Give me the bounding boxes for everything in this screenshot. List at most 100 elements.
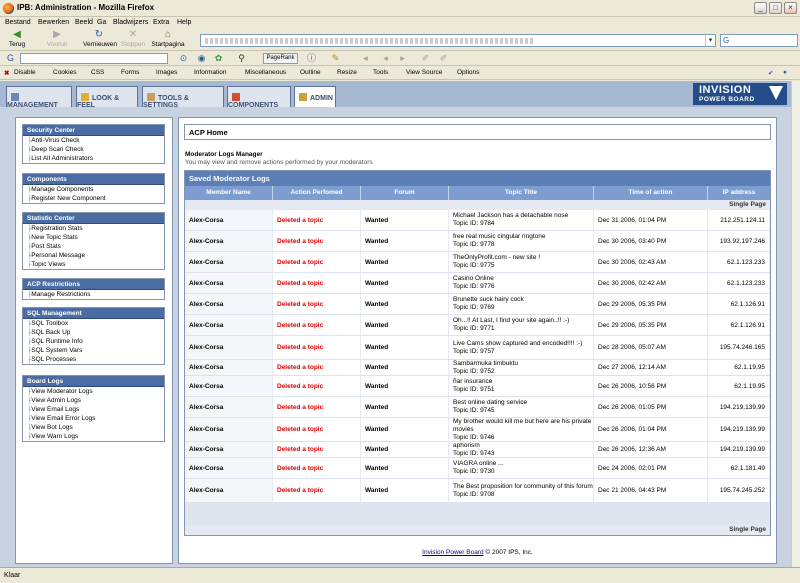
topic-title[interactable]: ñar insurance [453,378,495,386]
forum-cell[interactable]: Wanted [361,231,449,251]
forum-cell[interactable]: Wanted [361,397,449,417]
sidebar-link[interactable]: Register New Component [23,194,164,203]
sidebar-link[interactable]: List All Administrators [23,154,164,163]
webdev-outline[interactable]: Outline [300,69,321,76]
topic-title[interactable]: VIAGRA online ... [453,460,504,468]
puzzle-icon[interactable]: ✿ [213,53,224,64]
webdev-disable[interactable]: Disable [14,69,36,76]
pagerank-button[interactable]: PageRank [263,53,298,64]
sidebar-link[interactable]: View Email Logs [23,405,164,414]
sidebar-link[interactable]: Post Stats [23,242,164,251]
webdev-images[interactable]: Images [156,69,177,76]
google-toolbar-icon[interactable]: G [5,53,16,64]
topic-title[interactable]: Brunette suck hairy cock [453,296,524,304]
tab-admin[interactable]: ADMIN [294,86,336,108]
webdev-css[interactable]: CSS [91,69,104,76]
sidebar-link[interactable]: SQL Runtime Info [23,337,164,346]
maximize-button[interactable]: □ [769,2,782,14]
vertical-scrollbar[interactable] [791,81,800,567]
webdev-miscellaneous[interactable]: Miscellaneous [245,69,286,76]
sidebar-link[interactable]: SQL Back Up [23,328,164,337]
back-button[interactable]: ◀ Terug [6,30,28,50]
tab-tools-settings[interactable]: TOOLS & SETTINGS [142,86,224,109]
menu-bestand[interactable]: Bestand [5,19,31,26]
magnifier-icon[interactable]: ⚲ [236,53,247,64]
member-name-cell[interactable]: Alex-Corsa [185,336,273,359]
forum-cell[interactable]: Wanted [361,273,449,293]
sidebar-link[interactable]: View Email Error Logs [23,414,164,423]
topic-title[interactable]: free real music cingular ringtone [453,233,546,241]
forum-cell[interactable]: Wanted [361,252,449,272]
sidebar-link[interactable]: New Topic Stats [23,233,164,242]
sidebar-link[interactable]: Manage Components [23,185,164,194]
forum-cell[interactable]: Wanted [361,315,449,335]
forum-cell[interactable]: Wanted [361,418,449,441]
menu-bladwijzers[interactable]: Bladwijzers [113,19,148,26]
address-dropdown-icon[interactable]: ▾ [705,35,715,46]
webdev-tools[interactable]: Tools [373,69,388,76]
prev-result-icon[interactable]: ◂ [360,53,371,64]
sidebar-link[interactable]: SQL Toolbox [23,319,164,328]
member-name-cell[interactable]: Alex-Corsa [185,210,273,230]
forum-cell[interactable]: Wanted [361,479,449,502]
webdev-resize[interactable]: Resize [337,69,357,76]
member-name-cell[interactable]: Alex-Corsa [185,294,273,314]
sidebar-link[interactable]: Personal Message [23,251,164,260]
reload-button[interactable]: ↻ Vernieuwen [83,30,117,50]
sidebar-link[interactable]: View Admin Logs [23,396,164,405]
topic-title[interactable]: aphorism [453,442,495,450]
search-input[interactable]: G [720,34,798,47]
forum-cell[interactable]: Wanted [361,442,449,457]
member-name-cell[interactable]: Alex-Corsa [185,397,273,417]
member-name-cell[interactable]: Alex-Corsa [185,442,273,457]
menu-ga[interactable]: Ga [97,19,106,26]
tab-components[interactable]: COMPONENTS [227,86,291,109]
forum-cell[interactable]: Wanted [361,376,449,396]
webdev-cookies[interactable]: Cookies [53,69,76,76]
webdev-forms[interactable]: Forms [121,69,139,76]
member-name-cell[interactable]: Alex-Corsa [185,458,273,478]
webdev-options[interactable]: Options [457,69,479,76]
pen-icon[interactable]: ✐ [420,53,431,64]
topic-title[interactable]: The Best proposition for community of th… [453,483,593,491]
sidebar-link[interactable]: Deep Scan Check [23,145,164,154]
sidebar-link[interactable]: SQL Processes [23,355,164,364]
topic-title[interactable]: Oh...!! At Last, I find your site again.… [453,317,569,325]
sidebar-link[interactable]: View Moderator Logs [23,387,164,396]
member-name-cell[interactable]: Alex-Corsa [185,252,273,272]
member-name-cell[interactable]: Alex-Corsa [185,315,273,335]
sidebar-link[interactable]: Anti-Virus Check [23,136,164,145]
tab-management[interactable]: MANAGEMENT [6,86,72,109]
topic-title[interactable]: Michael Jackson has a detachable nose [453,212,568,220]
member-name-cell[interactable]: Alex-Corsa [185,376,273,396]
member-name-cell[interactable]: Alex-Corsa [185,273,273,293]
sidebar-link[interactable]: SQL System Vars [23,346,164,355]
minimize-button[interactable]: _ [754,2,767,14]
pagination-bottom[interactable]: Single Page [185,525,770,535]
sidebar-link[interactable]: Topic Views [23,260,164,269]
topic-title[interactable]: Sambarmuka timbuktu [453,360,518,368]
info-icon[interactable]: ⓘ [306,53,317,64]
topic-title[interactable]: Casino Online [453,275,495,283]
forum-cell[interactable]: Wanted [361,458,449,478]
menu-bewerken[interactable]: Bewerken [38,19,69,26]
webdev-view-source[interactable]: View Source [406,69,442,76]
menu-extra[interactable]: Extra [153,19,169,26]
forward-button[interactable]: ▶ Vooruit [44,30,70,50]
footer-link[interactable]: Invision Power Board [422,549,483,556]
topic-title[interactable]: My brother would kill me but here are hi… [453,418,593,434]
tab-look-feel[interactable]: LOOK & FEEL [76,86,138,109]
pagination-top[interactable]: Single Page [185,200,770,210]
prev-icon[interactable]: ◂ [380,53,391,64]
forum-cell[interactable]: Wanted [361,360,449,375]
stop-button[interactable]: ✕ Stoppen [120,30,146,50]
forum-cell[interactable]: Wanted [361,210,449,230]
member-name-cell[interactable]: Alex-Corsa [185,418,273,441]
sidebar-link[interactable]: View Warn Logs [23,432,164,441]
menu-help[interactable]: Help [177,19,191,26]
address-bar[interactable] [200,34,716,47]
topic-title[interactable]: Best online dating service [453,399,527,407]
toolbar-search-field[interactable] [20,53,168,64]
member-name-cell[interactable]: Alex-Corsa [185,231,273,251]
tag-icon[interactable]: ✐ [438,53,449,64]
